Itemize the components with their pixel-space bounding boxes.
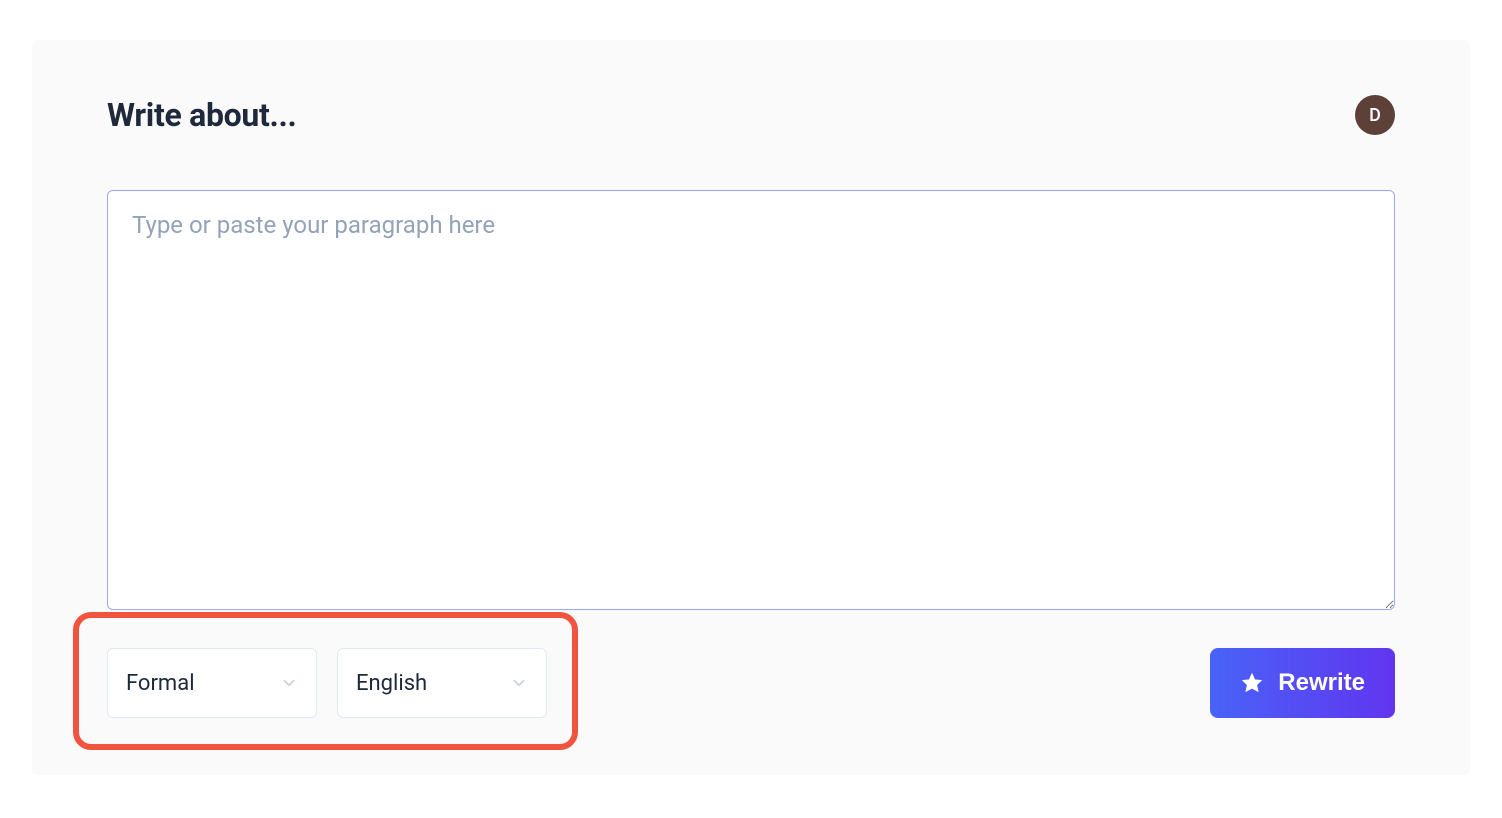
avatar-initial: D — [1369, 105, 1381, 126]
chevron-down-icon — [510, 674, 528, 692]
main-panel: Write about... D Formal English — [32, 40, 1470, 775]
language-select-value: English — [356, 671, 427, 696]
rewrite-button-label: Rewrite — [1278, 669, 1365, 697]
star-icon — [1240, 671, 1264, 695]
language-select[interactable]: English — [337, 648, 547, 718]
tone-select-value: Formal — [126, 671, 195, 696]
dropdown-group: Formal English — [107, 648, 547, 718]
page-title: Write about... — [107, 96, 297, 134]
tone-select[interactable]: Formal — [107, 648, 317, 718]
avatar[interactable]: D — [1355, 95, 1395, 135]
paragraph-input[interactable] — [107, 190, 1395, 610]
chevron-down-icon — [280, 674, 298, 692]
rewrite-button[interactable]: Rewrite — [1210, 648, 1395, 718]
controls-row: Formal English Rewrite — [107, 648, 1395, 718]
header-row: Write about... D — [107, 95, 1395, 135]
textarea-wrap — [107, 190, 1395, 614]
